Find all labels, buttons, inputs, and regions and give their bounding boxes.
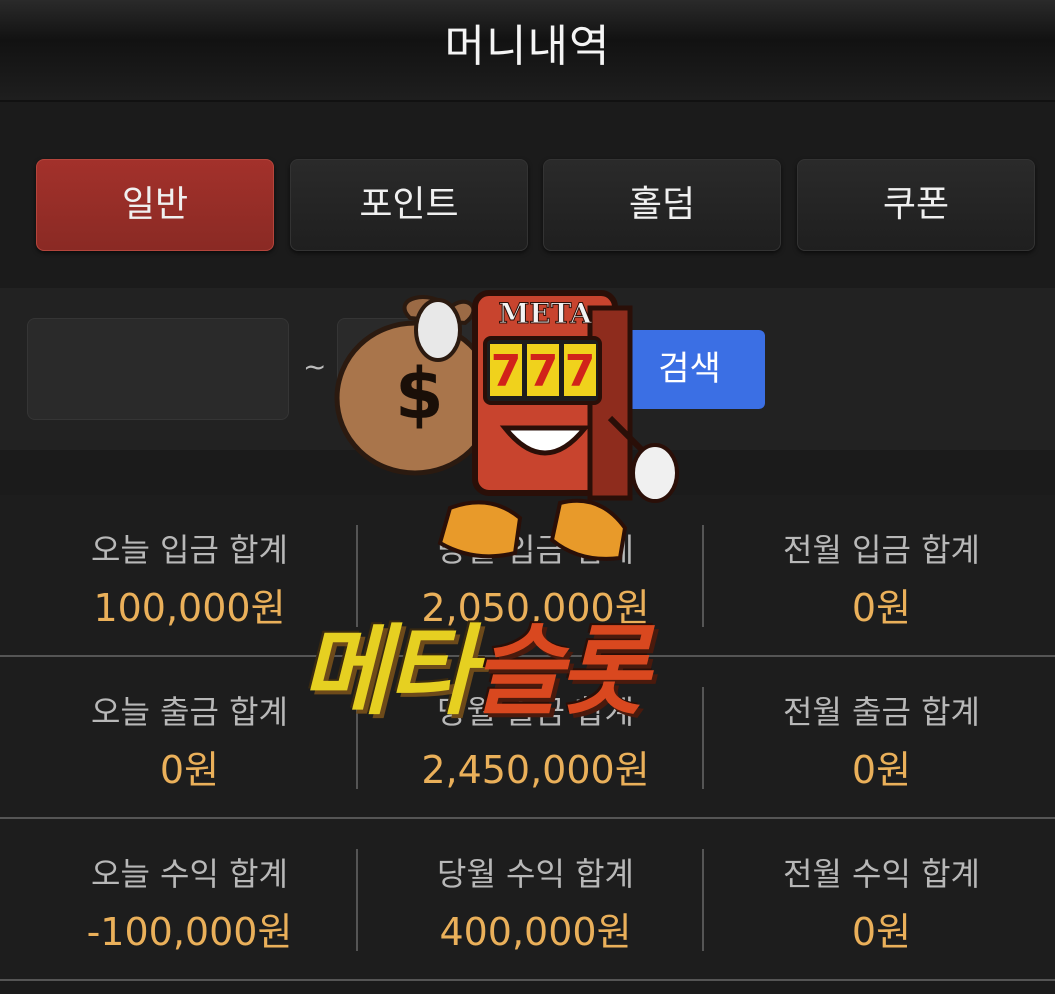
stat-label: 전월 입금 합계 <box>783 531 980 569</box>
page-title: 머니내역 <box>444 21 611 72</box>
stat-value: 100,000원 <box>93 586 286 630</box>
stat-label: 전월 수익 합계 <box>783 855 980 893</box>
column-divider <box>356 849 358 951</box>
stat-label: 오늘 수익 합계 <box>91 855 288 893</box>
column-divider <box>702 849 704 951</box>
column-divider <box>356 687 358 789</box>
stat-cell: 당월 수익 합계 400,000원 <box>363 819 708 979</box>
profit-row: 오늘 수익 합계 -100,000원 당월 수익 합계 400,000원 전월 … <box>0 819 1055 981</box>
tab-points[interactable]: 포인트 <box>290 159 528 251</box>
start-date-input[interactable] <box>27 318 289 420</box>
search-button[interactable]: 검색 <box>614 330 765 409</box>
stat-cell: 당월 입금 합계 2,050,000원 <box>363 495 708 655</box>
stat-label: 당월 입금 합계 <box>437 531 634 569</box>
stat-cell: 전월 입금 합계 0원 <box>709 495 1054 655</box>
stat-value: 0원 <box>851 748 912 792</box>
stat-cell: 전월 수익 합계 0원 <box>709 819 1054 979</box>
stat-label: 오늘 출금 합계 <box>91 693 288 731</box>
withdrawal-row: 오늘 출금 합계 0원 당월 출금 합계 2,450,000원 전월 출금 합계… <box>0 657 1055 819</box>
stat-cell: 당월 출금 합계 2,450,000원 <box>363 657 708 817</box>
stat-value: 0원 <box>159 748 220 792</box>
stat-value: -100,000원 <box>86 910 293 954</box>
stat-label: 당월 출금 합계 <box>437 693 634 731</box>
stat-value: 2,450,000원 <box>421 748 650 792</box>
stat-value: 2,050,000원 <box>421 586 650 630</box>
stat-value: 0원 <box>851 910 912 954</box>
tab-holdem[interactable]: 홀덤 <box>543 159 781 251</box>
stat-cell: 오늘 입금 합계 100,000원 <box>17 495 362 655</box>
deposit-row: 오늘 입금 합계 100,000원 당월 입금 합계 2,050,000원 전월… <box>0 495 1055 657</box>
category-tabs: 일반 포인트 홀덤 쿠폰 <box>36 159 1038 251</box>
stat-cell: 오늘 수익 합계 -100,000원 <box>17 819 362 979</box>
tab-coupon[interactable]: 쿠폰 <box>797 159 1035 251</box>
tab-general[interactable]: 일반 <box>36 159 274 251</box>
column-divider <box>702 525 704 627</box>
money-summary-table: 오늘 입금 합계 100,000원 당월 입금 합계 2,050,000원 전월… <box>0 495 1055 985</box>
stat-cell: 전월 출금 합계 0원 <box>709 657 1054 817</box>
stat-label: 당월 수익 합계 <box>437 855 634 893</box>
end-date-input[interactable] <box>337 318 599 420</box>
stat-label: 전월 출금 합계 <box>783 693 980 731</box>
stat-label: 오늘 입금 합계 <box>91 531 288 569</box>
date-range-separator: ~ <box>303 350 327 383</box>
stat-value: 400,000원 <box>439 910 632 954</box>
column-divider <box>356 525 358 627</box>
column-divider <box>702 687 704 789</box>
stat-cell: 오늘 출금 합계 0원 <box>17 657 362 817</box>
top-bar: 머니내역 <box>0 0 1055 102</box>
stat-value: 0원 <box>851 586 912 630</box>
